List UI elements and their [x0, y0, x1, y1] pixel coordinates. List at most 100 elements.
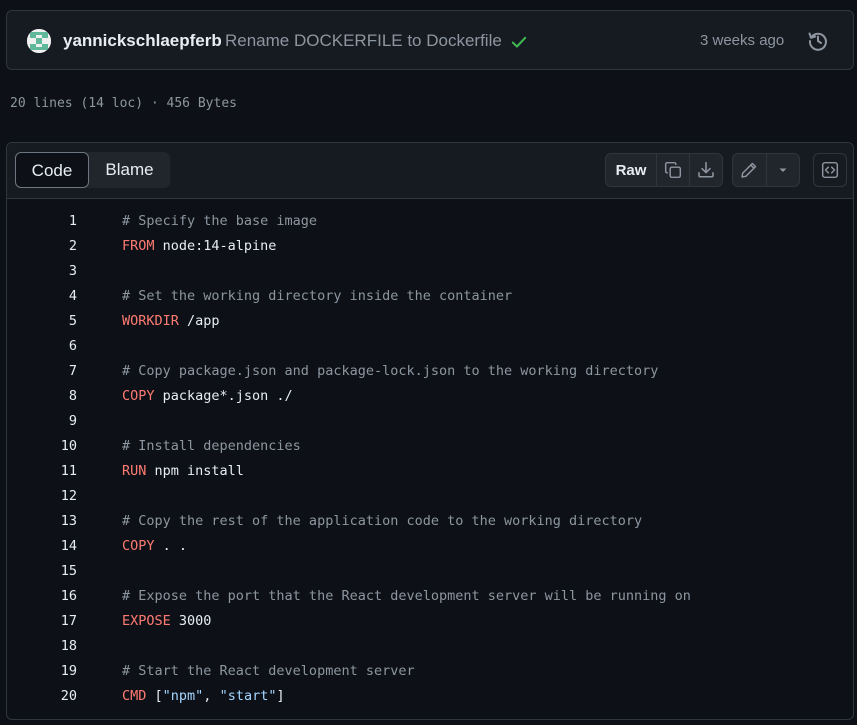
code-view[interactable]: 1 # Specify the base image 2 FROM node:14-a… — [7, 209, 853, 709]
code-line: 1 # Specify the base image — [7, 209, 853, 234]
code-line: 13 # Copy the rest of the application cod… — [7, 509, 853, 534]
line-number[interactable]: 3 — [7, 259, 77, 284]
line-content: EXPOSE 3000 — [122, 609, 211, 634]
pencil-icon — [741, 162, 757, 178]
history-icon[interactable] — [806, 29, 830, 53]
line-number[interactable]: 1 — [7, 209, 77, 234]
edit-button[interactable] — [733, 154, 766, 186]
download-icon — [698, 161, 714, 178]
comment-token: # Start the React development server — [122, 663, 415, 679]
raw-button[interactable]: Raw — [606, 154, 656, 186]
line-content: CMD ["npm", "start"] — [122, 684, 285, 709]
keyword-token: COPY — [122, 538, 155, 554]
file-info: 20 lines (14 loc) · 456 Bytes — [10, 96, 237, 111]
edit-options-button[interactable] — [765, 154, 799, 186]
line-number[interactable]: 12 — [7, 484, 77, 509]
download-button[interactable] — [689, 154, 722, 186]
line-number[interactable]: 17 — [7, 609, 77, 634]
line-number[interactable]: 14 — [7, 534, 77, 559]
line-content: COPY package*.json ./ — [122, 384, 293, 409]
code-line: 12 — [7, 484, 853, 509]
code-square-icon — [821, 161, 839, 179]
text-token: [ — [146, 688, 163, 704]
commit-author-link[interactable]: yannickschlaepferb — [63, 31, 222, 51]
file-viewer: Code Blame Raw 1 # Specify the base imag… — [6, 142, 854, 720]
line-number[interactable]: 19 — [7, 659, 77, 684]
text-token: . . — [154, 538, 188, 554]
comment-token: # Specify the base image — [122, 213, 318, 229]
tab-blame[interactable]: Blame — [89, 152, 170, 188]
line-number[interactable]: 16 — [7, 584, 77, 609]
code-line: 14 COPY . . — [7, 534, 853, 559]
code-line: 8 COPY package*.json ./ — [7, 384, 853, 409]
line-content: RUN npm install — [122, 459, 244, 484]
line-content: # Install dependencies — [122, 434, 301, 459]
edit-actions-group — [732, 153, 800, 187]
view-toggle: Code Blame — [15, 152, 170, 188]
line-content: COPY . . — [122, 534, 187, 559]
line-number[interactable]: 9 — [7, 409, 77, 434]
code-line: 9 — [7, 409, 853, 434]
file-header: Code Blame Raw — [7, 143, 853, 199]
code-line: 10 # Install dependencies — [7, 434, 853, 459]
keyword-token: EXPOSE — [122, 613, 171, 629]
keyword-token: CMD — [122, 688, 147, 704]
commit-message-link[interactable]: Rename DOCKERFILE to Dockerfile — [225, 31, 502, 51]
text-token: ] — [276, 688, 285, 704]
text-token: package*.json ./ — [154, 388, 293, 404]
keyword-token: RUN — [122, 463, 147, 479]
tab-code[interactable]: Code — [15, 152, 89, 188]
line-number[interactable]: 13 — [7, 509, 77, 534]
string-token: "npm" — [162, 688, 204, 704]
text-token: /app — [178, 313, 220, 329]
line-number[interactable]: 15 — [7, 559, 77, 584]
line-number[interactable]: 6 — [7, 334, 77, 359]
line-content: # Copy the rest of the application code … — [122, 509, 642, 534]
code-line: 19 # Start the React development server — [7, 659, 853, 684]
code-line: 20 CMD ["npm", "start"] — [7, 684, 853, 709]
triangle-down-icon — [779, 168, 787, 172]
keyword-token: WORKDIR — [122, 313, 179, 329]
copy-icon — [664, 161, 682, 179]
comment-token: # Expose the port that the React develop… — [122, 588, 691, 604]
line-number[interactable]: 10 — [7, 434, 77, 459]
comment-token: # Copy package.json and package-lock.jso… — [122, 363, 659, 379]
line-number[interactable]: 2 — [7, 234, 77, 259]
comment-token: # Set the working directory inside the c… — [122, 288, 513, 304]
line-number[interactable]: 8 — [7, 384, 77, 409]
text-token: node:14-alpine — [154, 238, 277, 254]
symbols-panel-button[interactable] — [813, 153, 847, 187]
line-number[interactable]: 11 — [7, 459, 77, 484]
line-content: # Start the React development server — [122, 659, 415, 684]
line-number[interactable]: 4 — [7, 284, 77, 309]
code-line: 4 # Set the working directory inside the … — [7, 284, 853, 309]
line-number[interactable]: 7 — [7, 359, 77, 384]
line-content: # Expose the port that the React develop… — [122, 584, 691, 609]
line-content: # Copy package.json and package-lock.jso… — [122, 359, 658, 384]
text-token: , — [203, 688, 220, 704]
code-line: 18 — [7, 634, 853, 659]
code-line: 6 — [7, 334, 853, 359]
line-content: # Specify the base image — [122, 209, 317, 234]
avatar[interactable] — [27, 29, 51, 53]
copy-raw-button[interactable] — [656, 154, 689, 186]
code-line: 3 — [7, 259, 853, 284]
latest-commit-bar: yannickschlaepferb Rename DOCKERFILE to … — [6, 10, 854, 70]
line-content: WORKDIR /app — [122, 309, 220, 334]
line-number[interactable]: 20 — [7, 684, 77, 709]
code-line: 16 # Expose the port that the React devel… — [7, 584, 853, 609]
keyword-token: FROM — [122, 238, 155, 254]
commit-time: 3 weeks ago — [700, 32, 785, 49]
comment-token: # Copy the rest of the application code … — [122, 513, 643, 529]
code-line: 17 EXPOSE 3000 — [7, 609, 853, 634]
keyword-token: COPY — [122, 388, 155, 404]
file-actions-group: Raw — [605, 153, 723, 187]
check-icon[interactable] — [510, 33, 528, 51]
code-line: 11 RUN npm install — [7, 459, 853, 484]
string-token: "start" — [219, 688, 277, 704]
code-line: 2 FROM node:14-alpine — [7, 234, 853, 259]
line-content: FROM node:14-alpine — [122, 234, 276, 259]
line-number[interactable]: 18 — [7, 634, 77, 659]
line-number[interactable]: 5 — [7, 309, 77, 334]
text-token: 3000 — [170, 613, 212, 629]
